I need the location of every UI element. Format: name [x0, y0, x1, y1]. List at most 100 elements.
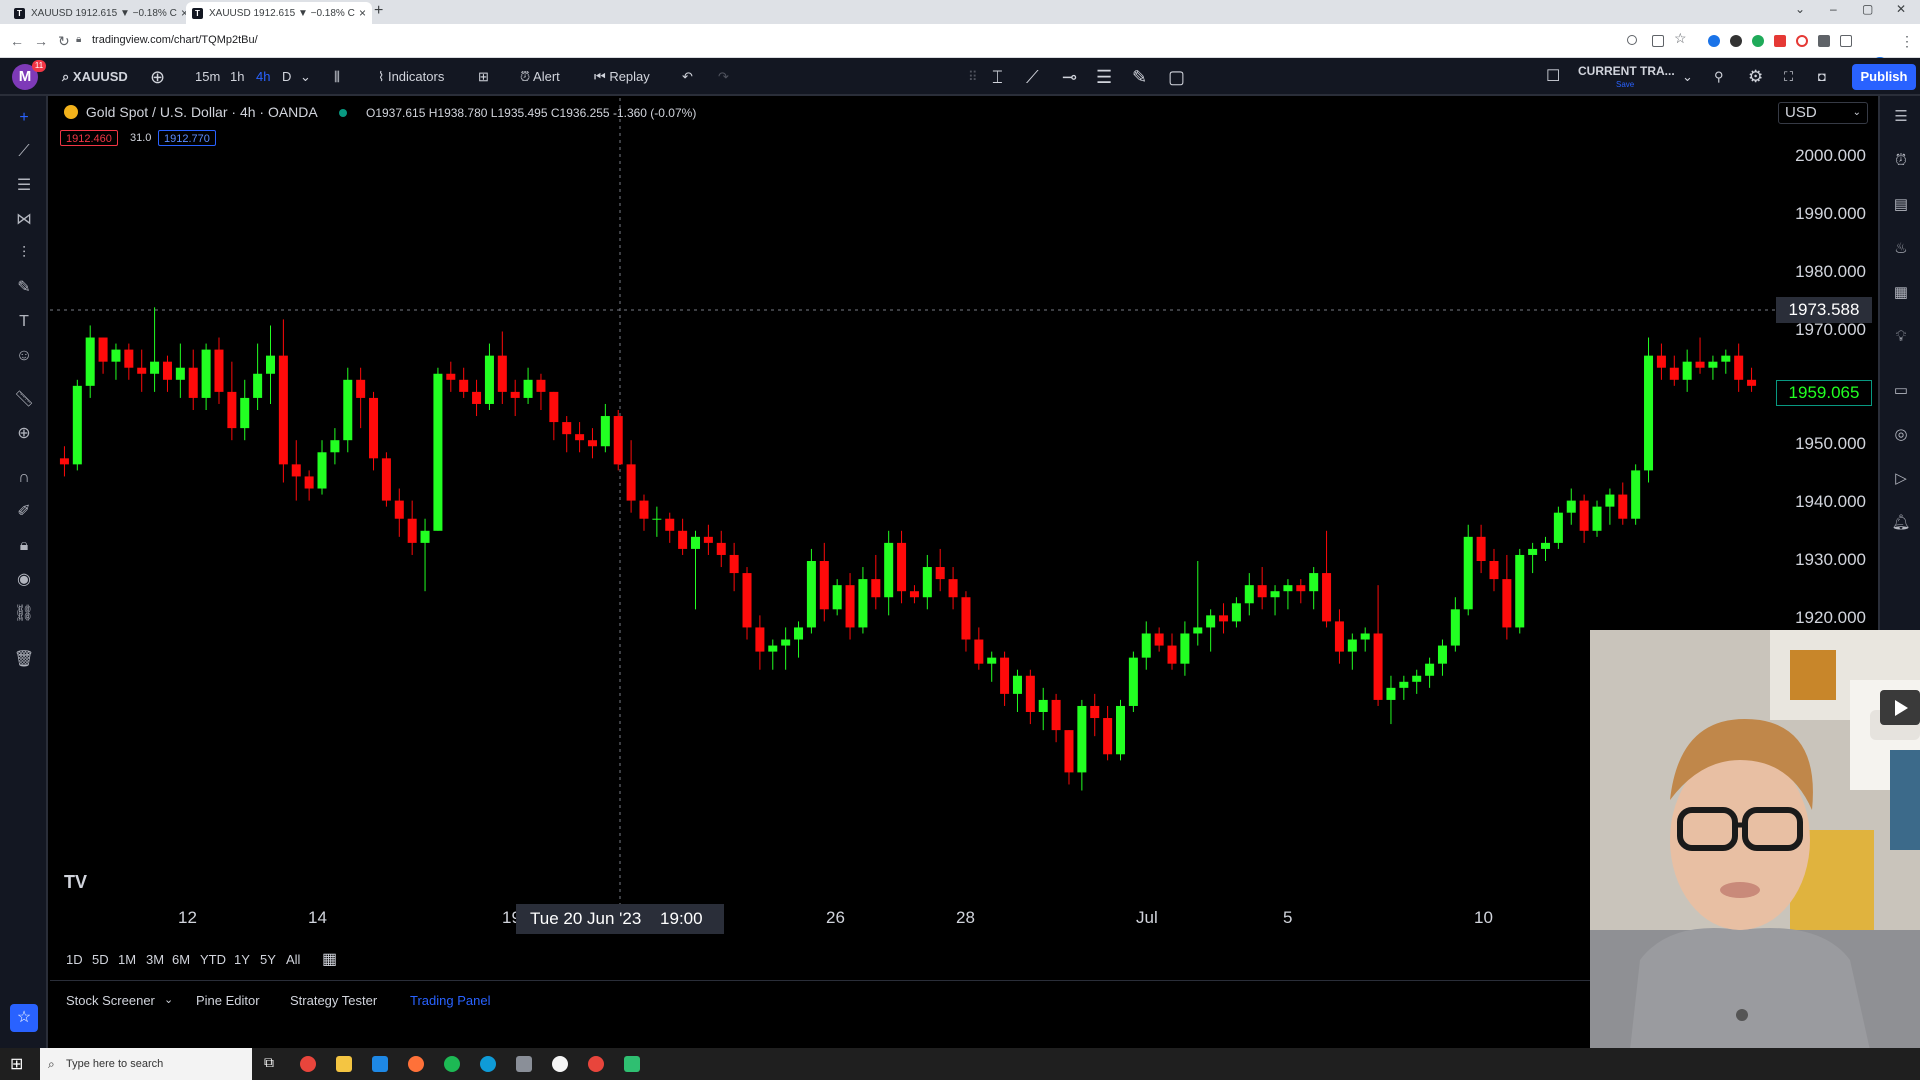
- trendline-icon[interactable]: ⟋: [1026, 58, 1039, 96]
- extension-icon[interactable]: [1752, 35, 1764, 47]
- ruler-icon[interactable]: 📏︎: [12, 388, 36, 412]
- layout-dropdown-icon[interactable]: ⌄: [1682, 58, 1693, 96]
- settings-gear-icon[interactable]: ⚙: [1748, 58, 1763, 96]
- range-3m[interactable]: 3M: [146, 952, 164, 967]
- close-window-icon[interactable]: ✕: [1896, 2, 1906, 16]
- app-icon[interactable]: [516, 1056, 532, 1072]
- drag-handle-icon[interactable]: ⠿: [968, 58, 978, 96]
- symbol-search[interactable]: ⌕ XAUUSD: [62, 58, 128, 96]
- back-icon[interactable]: ←: [10, 33, 24, 49]
- stock-screener-dropdown-icon[interactable]: ⌄: [164, 993, 173, 1006]
- mail-icon[interactable]: [372, 1056, 388, 1072]
- interval-1h[interactable]: 1h: [230, 58, 244, 96]
- app-icon[interactable]: [624, 1056, 640, 1072]
- stay-drawing-icon[interactable]: ✐: [12, 500, 36, 524]
- taskbar-search-box[interactable]: ⌕ Type here to search: [40, 1048, 252, 1080]
- templates-icon[interactable]: ⊞: [478, 58, 489, 96]
- redo-icon[interactable]: ↷: [718, 58, 729, 96]
- range-6m[interactable]: 6M: [172, 952, 190, 967]
- favorites-star-icon[interactable]: ☆: [10, 1004, 38, 1032]
- menu-dots-icon[interactable]: ⋮: [1900, 33, 1914, 50]
- task-view-icon[interactable]: ⧉: [264, 1054, 280, 1070]
- quick-search-icon[interactable]: ⚲: [1714, 58, 1724, 96]
- brush-tool-icon[interactable]: ✎: [12, 276, 36, 300]
- notifications-bell-icon[interactable]: 🔔︎: [1890, 512, 1912, 534]
- interval-dropdown-icon[interactable]: ⌄: [300, 58, 311, 96]
- brush-icon[interactable]: ✎: [1132, 58, 1147, 96]
- browser-tab[interactable]: T XAUUSD 1912.615 ▼ −0.18% CU ×: [8, 2, 194, 24]
- alert-button[interactable]: ⏰︎ Alert: [520, 58, 560, 96]
- hide-drawings-icon[interactable]: ◉: [12, 568, 36, 592]
- interval-15m[interactable]: 15m: [195, 58, 220, 96]
- interval-d[interactable]: D: [282, 58, 291, 96]
- chat-icon[interactable]: ▭: [1890, 380, 1912, 402]
- undo-icon[interactable]: ↶: [682, 58, 693, 96]
- layout-name[interactable]: CURRENT TRA...: [1578, 64, 1675, 78]
- go-to-date-icon[interactable]: ▦: [322, 949, 337, 969]
- watchlist-icon[interactable]: ☰: [1890, 106, 1912, 128]
- range-5d[interactable]: 5D: [92, 952, 109, 967]
- range-1d[interactable]: 1D: [66, 952, 83, 967]
- magnet-icon[interactable]: ∩: [12, 466, 36, 490]
- reload-icon[interactable]: ↻: [58, 33, 70, 50]
- text-tool-icon[interactable]: T: [12, 310, 36, 334]
- ideas-bulb-icon[interactable]: 💡︎: [1890, 326, 1912, 348]
- range-5y[interactable]: 5Y: [260, 952, 276, 967]
- bookmark-star-icon[interactable]: ☆: [1674, 30, 1687, 47]
- range-1m[interactable]: 1M: [118, 952, 136, 967]
- lock-drawings-icon[interactable]: 🔒︎: [12, 534, 36, 558]
- windows-start-icon[interactable]: ⊞: [10, 1054, 23, 1074]
- alerts-clock-icon[interactable]: ⏰︎: [1890, 150, 1912, 172]
- rectangle-icon[interactable]: ▢: [1168, 58, 1185, 96]
- minimize-icon[interactable]: –: [1830, 2, 1837, 16]
- spotify-icon[interactable]: [444, 1056, 460, 1072]
- tab-pine-editor[interactable]: Pine Editor: [196, 993, 260, 1008]
- close-tab-icon[interactable]: ×: [359, 6, 366, 20]
- trash-icon[interactable]: 🗑︎: [12, 648, 36, 672]
- buy-price-button[interactable]: 1912.770: [158, 130, 216, 146]
- data-window-icon[interactable]: ▤: [1890, 194, 1912, 216]
- trendline-tool-icon[interactable]: ⟋: [12, 140, 36, 164]
- indicators-button[interactable]: ⌇ Indicators: [378, 58, 444, 96]
- sidebar-icon[interactable]: [1840, 35, 1852, 47]
- range-all[interactable]: All: [286, 952, 300, 967]
- extension-icon[interactable]: [1708, 35, 1720, 47]
- tab-strategy-tester[interactable]: Strategy Tester: [290, 993, 377, 1008]
- publish-button[interactable]: Publish: [1852, 64, 1916, 90]
- cursor-text-icon[interactable]: ⌶: [992, 58, 1003, 96]
- prediction-tool-icon[interactable]: ⫶: [12, 242, 36, 266]
- media-player-icon[interactable]: [552, 1056, 568, 1072]
- chart-type-icon[interactable]: ⫼: [334, 58, 340, 96]
- emoji-tool-icon[interactable]: ☺: [12, 344, 36, 368]
- chrome-icon[interactable]: [588, 1056, 604, 1072]
- streams-icon[interactable]: ◎: [1890, 424, 1912, 446]
- play-icon[interactable]: ▷: [1890, 468, 1912, 490]
- pattern-tool-icon[interactable]: ⋈: [12, 208, 36, 232]
- extension-icon[interactable]: [1774, 35, 1786, 47]
- currency-select[interactable]: USD ⌄: [1778, 102, 1868, 124]
- layout-save-status[interactable]: Save: [1616, 80, 1634, 89]
- restore-icon[interactable]: ▢: [1862, 2, 1873, 16]
- zoom-in-icon[interactable]: ⊕: [12, 422, 36, 446]
- hotlists-flame-icon[interactable]: ♨: [1890, 238, 1912, 260]
- tab-trading-panel[interactable]: Trading Panel: [410, 993, 490, 1008]
- tab-stock-screener[interactable]: Stock Screener: [66, 993, 155, 1008]
- fullscreen-icon[interactable]: ⛶: [1784, 58, 1793, 96]
- instrument-title[interactable]: Gold Spot / U.S. Dollar · 4h · OANDA: [86, 104, 317, 120]
- crosshair-icon[interactable]: +: [12, 106, 36, 130]
- camera-snapshot-icon[interactable]: ◘: [1818, 58, 1826, 96]
- sell-price-button[interactable]: 1912.460: [60, 130, 118, 146]
- new-tab-icon[interactable]: +: [374, 2, 383, 20]
- fib-retracement-icon[interactable]: ☰: [1096, 58, 1112, 96]
- interval-4h[interactable]: 4h: [256, 58, 270, 96]
- chrome-icon[interactable]: [300, 1056, 316, 1072]
- horizontal-ray-icon[interactable]: ⊸: [1062, 58, 1077, 96]
- calendar-icon[interactable]: ▦: [1890, 282, 1912, 304]
- link-icon[interactable]: ⛓︎: [12, 602, 36, 626]
- replay-button[interactable]: ⏮︎ Replay: [594, 58, 650, 96]
- forward-icon[interactable]: →: [34, 33, 48, 49]
- layout-checkbox-icon[interactable]: ☐: [1546, 58, 1560, 96]
- compare-symbol-icon[interactable]: ⊕: [150, 58, 165, 96]
- url-field[interactable]: tradingview.com/chart/TQMp2tBu/: [92, 34, 258, 46]
- edge-icon[interactable]: [480, 1056, 496, 1072]
